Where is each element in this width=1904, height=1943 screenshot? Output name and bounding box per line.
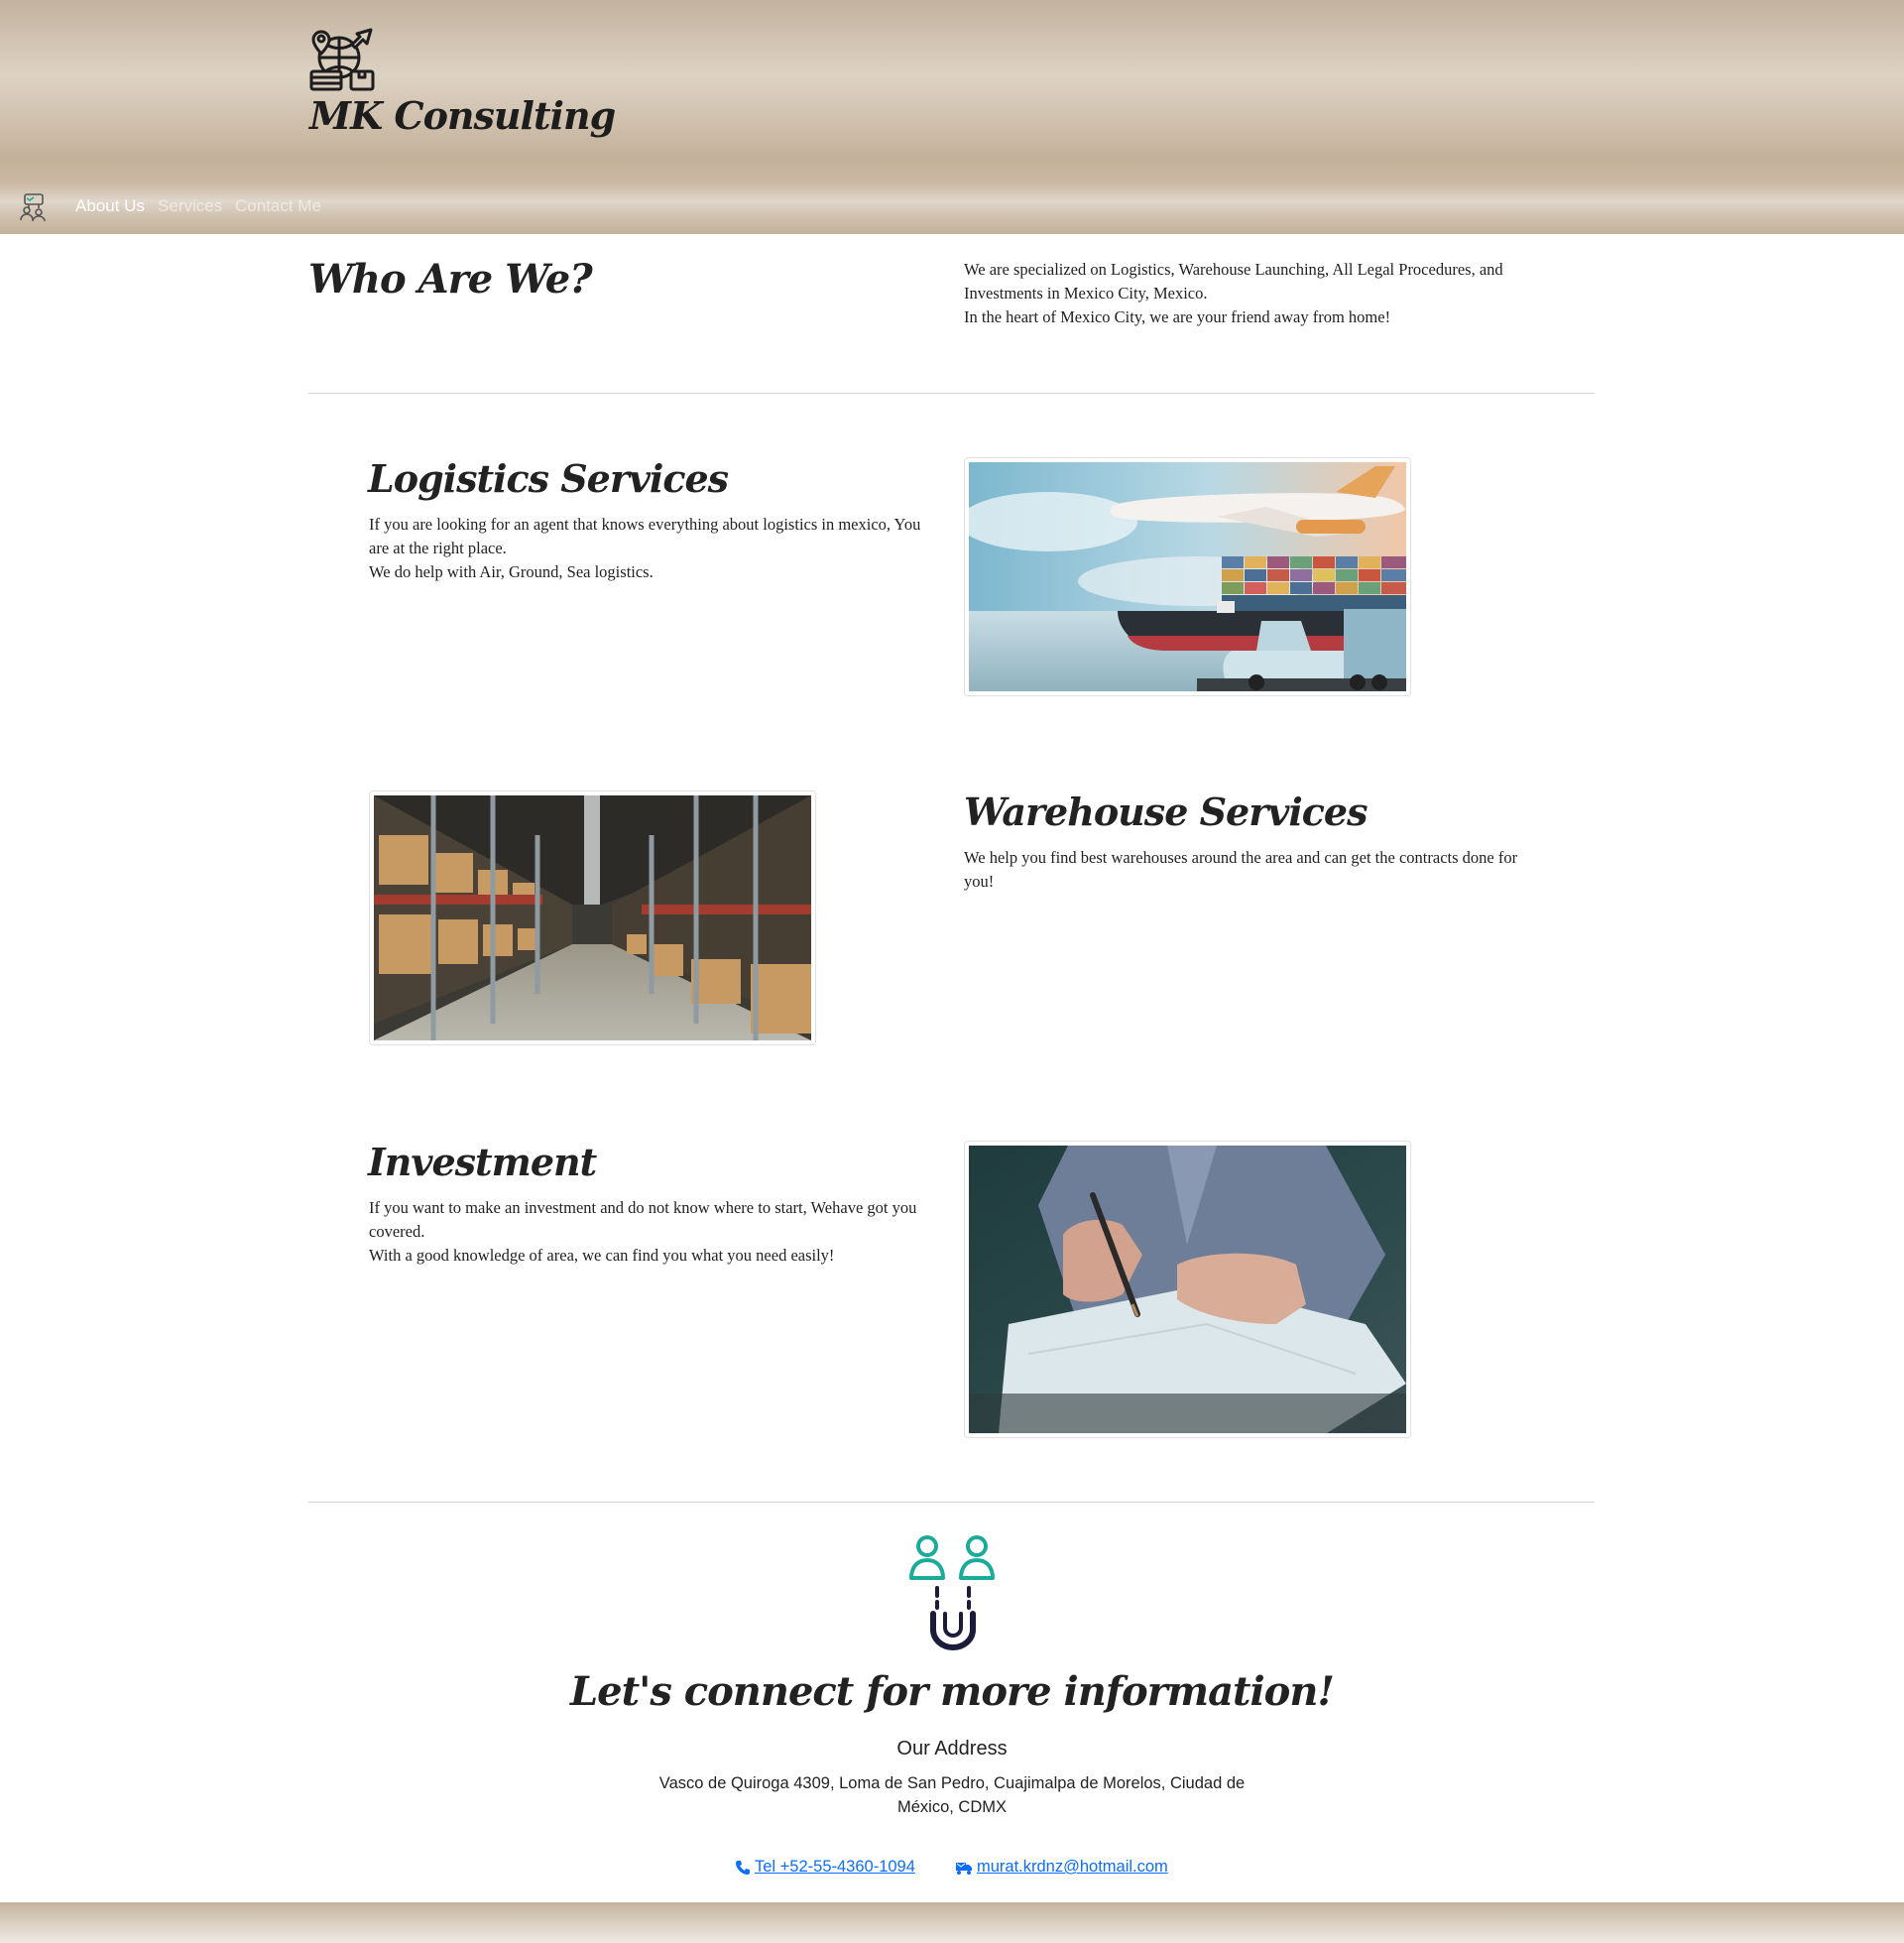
nav-contact-me[interactable]: Contact Me <box>235 196 321 216</box>
about-text: We are specialized on Logistics, Warehou… <box>964 258 1559 329</box>
email-label: murat.krdnz@hotmail.com <box>977 1858 1168 1876</box>
about-line: We are specialized on Logistics, Warehou… <box>964 260 1503 303</box>
warehouse-line: We help you find best warehouses around … <box>964 848 1518 891</box>
airplane-ship-truck-photo <box>969 462 1406 691</box>
phone-label: Tel +52-55-4360-1094 <box>755 1858 915 1876</box>
nav-services[interactable]: Services <box>158 196 222 216</box>
investment-line: With a good knowledge of area, we can fi… <box>369 1246 835 1265</box>
connect-title: Let's connect for more information! <box>570 1668 1335 1715</box>
logistics-people-icon[interactable] <box>19 192 47 222</box>
nav-about-us[interactable]: About Us <box>75 196 145 216</box>
brand-name[interactable]: MK Consulting <box>309 93 616 138</box>
investment-image <box>964 1141 1411 1438</box>
logistics-title: Logistics Services <box>368 456 729 501</box>
mail-truck-icon <box>956 1862 972 1875</box>
signing-document-photo <box>969 1146 1406 1433</box>
warehouse-title: Warehouse Services <box>964 789 1368 834</box>
logistics-text: If you are looking for an agent that kno… <box>369 513 934 584</box>
about-line: In the heart of Mexico City, we are your… <box>964 307 1391 326</box>
site-footer <box>0 1902 1904 1943</box>
about-title: Who Are We? <box>308 256 593 303</box>
section-divider <box>308 1502 1595 1503</box>
logistics-globe-icon <box>309 28 375 91</box>
warehouse-text: We help you find best warehouses around … <box>964 846 1519 894</box>
phone-link[interactable]: Tel +52-55-4360-1094 <box>735 1858 915 1877</box>
logistics-line: If you are looking for an agent that kno… <box>369 515 921 557</box>
phone-icon <box>736 1860 750 1875</box>
logistics-image <box>964 457 1411 696</box>
warehouse-image <box>369 790 816 1045</box>
logistics-line: We do help with Air, Ground, Sea logisti… <box>369 562 654 581</box>
email-link[interactable]: murat.krdnz@hotmail.com <box>955 1858 1168 1877</box>
investment-text: If you want to make an investment and do… <box>369 1196 934 1268</box>
investment-title: Investment <box>368 1140 597 1184</box>
main-nav: About Us Services Contact Me <box>0 188 1904 224</box>
site-header: MK Consulting About Us Services Contact … <box>0 0 1904 234</box>
section-divider <box>308 393 1595 394</box>
address-text: Vasco de Quiroga 4309, Loma de San Pedro… <box>658 1774 1246 1816</box>
investment-line: If you want to make an investment and do… <box>369 1198 917 1241</box>
people-magnet-icon <box>909 1535 995 1650</box>
address-title: Our Address <box>896 1738 1008 1760</box>
warehouse-aisle-photo <box>374 795 811 1040</box>
